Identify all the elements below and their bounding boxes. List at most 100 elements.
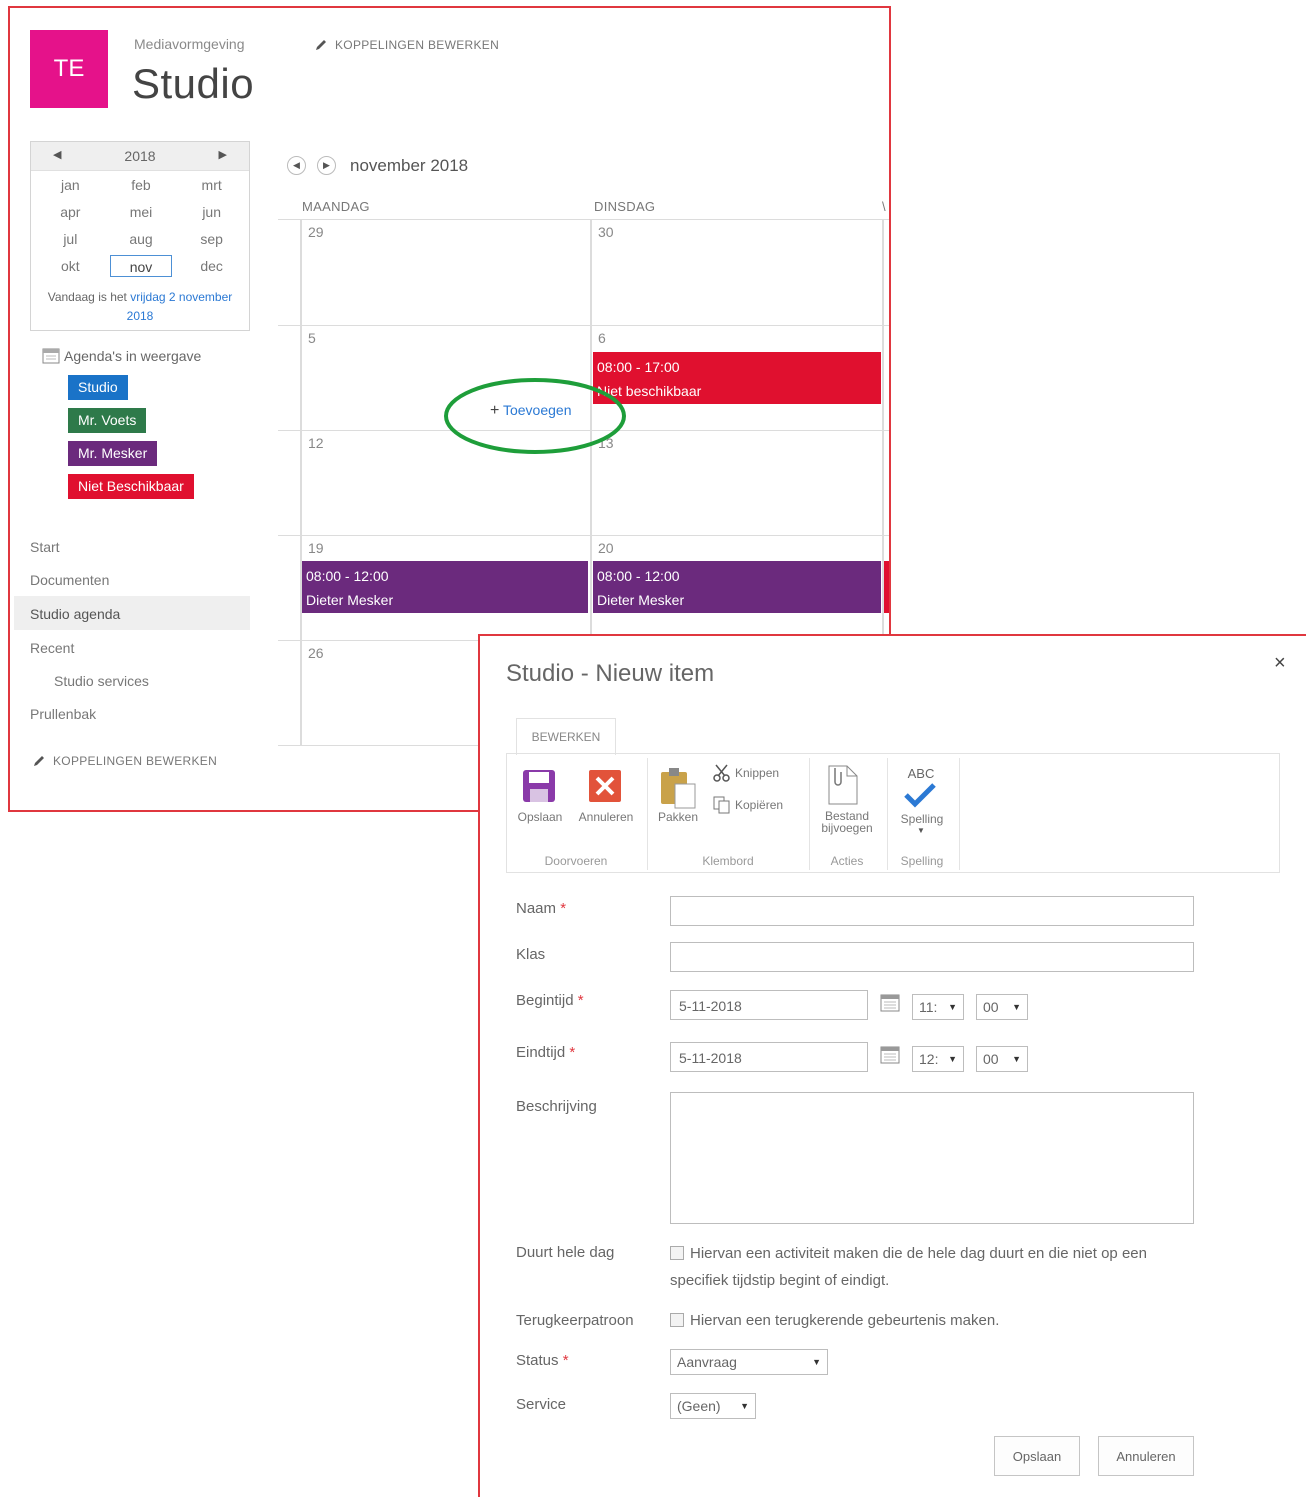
required-marker: *	[577, 992, 584, 1009]
end-minute-value: 00	[983, 1051, 999, 1067]
start-hour-value: 11:	[919, 999, 938, 1015]
day-number[interactable]: 30	[598, 224, 614, 240]
start-date-input[interactable]: 5-11-2018	[670, 990, 868, 1020]
end-time-label-text: Eindtijd	[516, 1044, 566, 1061]
nav-item-start[interactable]: Start	[30, 539, 60, 555]
month-feb[interactable]: feb	[106, 174, 177, 196]
save-ribbon-button[interactable]: Opslaan	[511, 810, 569, 824]
recurrence-option: Hiervan een terugkerende gebeurtenis mak…	[670, 1307, 1200, 1334]
dialog-title: Studio - Nieuw item	[506, 660, 715, 687]
copy-ribbon-button[interactable]: Kopiëren	[713, 796, 783, 814]
save-button[interactable]: Opslaan	[994, 1436, 1080, 1476]
calendar-badge-studio[interactable]: Studio	[68, 375, 128, 400]
end-hour-select[interactable]: 12: ▼	[912, 1046, 964, 1072]
next-year-icon[interactable]: ▶	[219, 148, 227, 161]
calendar-badge-voets[interactable]: Mr. Voets	[68, 408, 147, 433]
day-header-tuesday: DINSDAG	[594, 199, 656, 214]
site-title[interactable]: Studio	[132, 60, 254, 108]
start-hour-select[interactable]: 11: ▼	[912, 994, 964, 1020]
grid-line	[278, 219, 889, 220]
chevron-down-icon: ▼	[948, 1002, 957, 1012]
mini-calendar-header: ◀ 2018 ▶	[31, 142, 249, 171]
recurrence-checkbox[interactable]	[670, 1313, 684, 1327]
cut-ribbon-button[interactable]: Knippen	[713, 764, 779, 782]
end-hour-value: 12:	[919, 1051, 939, 1067]
month-aug[interactable]: aug	[106, 228, 177, 250]
service-value: (Geen)	[677, 1398, 721, 1414]
cancel-button[interactable]: Annuleren	[1098, 1436, 1194, 1476]
event-niet-beschikbaar[interactable]: 08:00 - 17:00 Niet beschikbaar	[593, 352, 881, 404]
edit-links-nav-label: KOPPELINGEN BEWERKEN	[53, 754, 218, 768]
month-jul[interactable]: jul	[35, 228, 106, 250]
day-number[interactable]: 19	[308, 540, 324, 556]
date-picker-icon[interactable]	[880, 1046, 900, 1064]
close-icon[interactable]: ×	[1274, 652, 1286, 675]
month-mrt[interactable]: mrt	[176, 174, 247, 196]
edit-links-top-label: KOPPELINGEN BEWERKEN	[335, 38, 500, 52]
month-jun[interactable]: jun	[176, 201, 247, 223]
month-okt[interactable]: okt	[35, 255, 106, 277]
edit-links-top[interactable]: KOPPELINGEN BEWERKEN	[314, 38, 499, 52]
description-label: Beschrijving	[516, 1098, 597, 1115]
month-mei[interactable]: mei	[106, 201, 177, 223]
event-dieter-mesker-mon[interactable]: 08:00 - 12:00 Dieter Mesker	[302, 561, 588, 613]
site-logo[interactable]: TE	[30, 30, 108, 108]
month-sep[interactable]: sep	[176, 228, 247, 250]
paste-ribbon-button[interactable]: Pakken	[651, 810, 705, 824]
month-apr[interactable]: apr	[35, 201, 106, 223]
end-date-input[interactable]: 5-11-2018	[670, 1042, 868, 1072]
calendar-badge-mesker[interactable]: Mr. Mesker	[68, 441, 158, 466]
nav-item-recent[interactable]: Recent	[30, 640, 74, 656]
day-number[interactable]: 26	[308, 645, 324, 661]
grid-line	[278, 325, 889, 326]
all-day-option: Hiervan een activiteit maken die de hele…	[670, 1240, 1200, 1294]
pencil-icon	[316, 40, 326, 50]
status-value: Aanvraag	[677, 1354, 737, 1370]
status-label: Status *	[516, 1352, 569, 1369]
name-input[interactable]	[670, 896, 1194, 926]
nav-item-documenten[interactable]: Documenten	[30, 572, 109, 588]
ribbon-group-label: Doorvoeren	[544, 854, 608, 868]
ribbon: Opslaan Annuleren Doorvoeren Pakken Knip…	[506, 753, 1280, 873]
spelling-dropdown-icon[interactable]: ▼	[917, 826, 925, 835]
chevron-down-icon: ▼	[948, 1054, 957, 1064]
calendar-badge-niet-beschikbaar[interactable]: Niet Beschikbaar	[68, 474, 194, 499]
attach-file-icon	[828, 765, 858, 805]
event-title: Niet beschikbaar	[597, 383, 702, 399]
mini-calendar: ◀ 2018 ▶ jan feb mrt apr mei jun jul aug sep okt n…	[30, 141, 250, 331]
nav-item-prullenbak[interactable]: Prullenbak	[30, 706, 96, 722]
site-subtitle[interactable]: Mediavormgeving	[134, 36, 245, 52]
class-input[interactable]	[670, 942, 1194, 972]
event-dieter-mesker-tue[interactable]: 08:00 - 12:00 Dieter Mesker	[593, 561, 881, 613]
start-time-label: Begintijd *	[516, 992, 584, 1009]
month-nov[interactable]: nov	[109, 255, 173, 277]
description-textarea[interactable]	[670, 1092, 1194, 1224]
day-number[interactable]: 29	[308, 224, 324, 240]
day-number[interactable]: 12	[308, 435, 324, 451]
required-marker: *	[560, 900, 567, 917]
day-number[interactable]: 20	[598, 540, 614, 556]
month-jan[interactable]: jan	[35, 174, 106, 196]
month-label: november 2018	[350, 156, 469, 175]
service-select[interactable]: (Geen) ▼	[670, 1393, 756, 1419]
nav-item-studio-agenda[interactable]: Studio agenda	[30, 606, 120, 622]
day-number[interactable]: 6	[598, 330, 606, 346]
cancel-ribbon-button[interactable]: Annuleren	[571, 810, 641, 824]
day-header-wednesday-partial: \	[882, 199, 886, 214]
month-dec[interactable]: dec	[176, 255, 247, 277]
spelling-ribbon-button[interactable]: Spelling	[887, 812, 957, 826]
attach-file-ribbon-button[interactable]: Bestand bijvoegen	[811, 810, 883, 834]
edit-links-nav[interactable]: KOPPELINGEN BEWERKEN	[32, 754, 217, 768]
ribbon-separator	[959, 758, 960, 870]
start-minute-select[interactable]: 00 ▼	[976, 994, 1028, 1020]
nav-item-studio-services[interactable]: Studio services	[54, 673, 149, 689]
end-minute-select[interactable]: 00 ▼	[976, 1046, 1028, 1072]
all-day-checkbox[interactable]	[670, 1246, 684, 1260]
prev-month-icon[interactable]: ◀	[287, 156, 306, 175]
date-picker-icon[interactable]	[880, 994, 900, 1012]
today-link[interactable]: vrijdag 2 november 2018	[127, 290, 233, 323]
next-month-icon[interactable]: ▶	[317, 156, 336, 175]
day-number[interactable]: 5	[308, 330, 316, 346]
status-select[interactable]: Aanvraag ▼	[670, 1349, 828, 1375]
tab-bewerken[interactable]: BEWERKEN	[516, 718, 616, 755]
